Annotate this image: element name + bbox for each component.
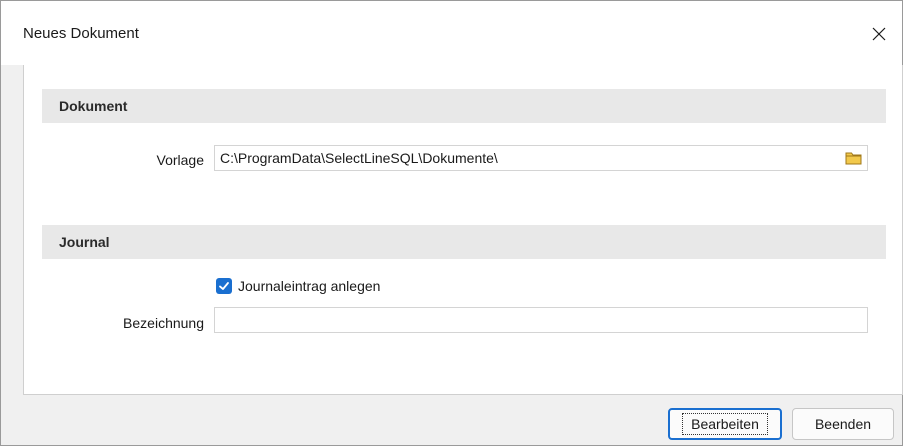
- close-dialog-button[interactable]: Beenden: [792, 408, 894, 440]
- dialog-window: Neues Dokument Dokument Vorlage C:\Progr…: [0, 0, 903, 446]
- bezeichnung-label: Bezeichnung: [123, 315, 204, 331]
- journaleintrag-checkbox[interactable]: [216, 278, 232, 294]
- vorlage-label: Vorlage: [156, 152, 204, 168]
- bezeichnung-input[interactable]: [214, 307, 868, 333]
- content-panel: Dokument Vorlage C:\ProgramData\SelectLi…: [23, 65, 903, 395]
- browse-folder-button[interactable]: [843, 148, 865, 168]
- folder-icon: [845, 152, 862, 165]
- edit-button-label: Bearbeiten: [682, 413, 768, 435]
- close-icon: [872, 27, 886, 41]
- section-header-journal: Journal: [42, 225, 886, 259]
- edit-button[interactable]: Bearbeiten: [668, 408, 782, 440]
- close-button[interactable]: [856, 11, 902, 57]
- checkmark-icon: [219, 282, 229, 290]
- vorlage-input[interactable]: C:\ProgramData\SelectLineSQL\Dokumente\: [214, 145, 868, 171]
- section-header-dokument: Dokument: [42, 89, 886, 123]
- window-title: Neues Dokument: [23, 25, 139, 42]
- journaleintrag-label[interactable]: Journaleintrag anlegen: [238, 278, 380, 294]
- title-bar: Neues Dokument: [1, 1, 902, 65]
